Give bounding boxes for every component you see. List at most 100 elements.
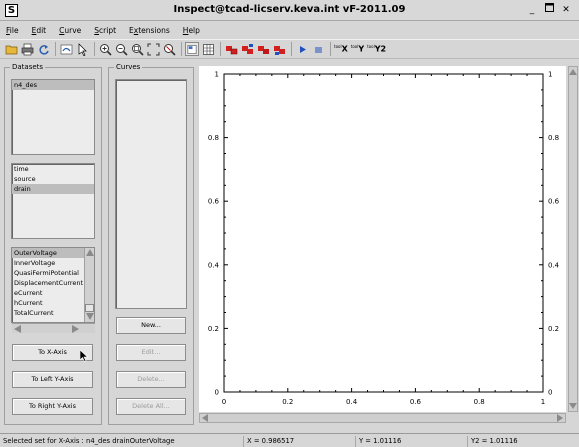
list-icon — [314, 47, 322, 52]
close-button[interactable]: ✕ — [559, 3, 573, 17]
curves-list[interactable] — [115, 79, 187, 309]
undo-button[interactable] — [59, 42, 73, 56]
plot-area[interactable]: 0 0.2 0.4 0.6 0.8 1 0 0.2 0.4 0.6 0.8 1 0 0.2 0.4 0.6 0.… — [199, 66, 566, 412]
menu-bar: File Edit Curve Script Extensions Help — [0, 22, 579, 38]
window-title: Inspect@tcad-licserv.keva.int vF-2011.09 — [173, 4, 406, 15]
status-y2-coordinate: Y2 = 1.01116 — [467, 436, 518, 447]
x-tick-label: 0 — [222, 398, 226, 406]
zoom-box-icon — [131, 43, 144, 56]
y2-tick-label: 0.6 — [548, 198, 560, 206]
dataset-file-item[interactable]: n4_des — [12, 80, 94, 90]
select-button[interactable] — [75, 42, 89, 56]
x-tick-label: 1 — [541, 398, 545, 406]
quantities-hscrollbar[interactable] — [12, 323, 95, 333]
menu-item-3[interactable]: Script — [94, 26, 116, 35]
quantity-item[interactable]: hCurrent — [12, 298, 94, 308]
y-tick-label: 0 — [215, 389, 219, 397]
dataset-group-item[interactable]: time — [12, 164, 94, 174]
delete-all-curves-button[interactable]: Delete All... — [116, 398, 186, 415]
plot-vscrollbar[interactable] — [568, 66, 578, 412]
dataset-group-item[interactable]: source — [12, 174, 94, 184]
x-tick-label: 0.6 — [410, 398, 422, 406]
pointer-icon — [78, 42, 87, 56]
y-axis-tool[interactable]: toolY — [351, 44, 364, 54]
quantities-vscrollbar[interactable] — [84, 248, 94, 322]
toolbar: toolX toolY toolY2 — [0, 39, 579, 59]
empty-chart: 0 0.2 0.4 0.6 0.8 100.20.40.60.8100.20.40.60.… — [208, 71, 560, 407]
minimize-button[interactable]: _ — [525, 3, 539, 17]
grid-icon — [202, 43, 214, 55]
dataset-files-list[interactable]: n4_des — [11, 79, 95, 155]
new-curve-button[interactable]: New... — [116, 317, 186, 334]
y2-tick-label: 1 — [548, 71, 552, 79]
legend-button[interactable] — [185, 42, 199, 56]
reload-button[interactable] — [36, 42, 50, 56]
plot-scroll-down-arrow[interactable] — [569, 403, 577, 409]
quantity-item[interactable]: InnerVoltage — [12, 258, 94, 268]
quantity-item[interactable]: DisplacementCurrent — [12, 278, 94, 288]
menu-label-post: urve — [64, 25, 82, 35]
quantity-item[interactable]: QuasiFermiPotential — [12, 268, 94, 278]
open-folder-button[interactable] — [4, 42, 18, 56]
zoom-in-icon — [99, 43, 112, 56]
menu-item-4[interactable]: Extensions — [129, 26, 170, 35]
edit-curve-button[interactable]: Edit... — [116, 344, 186, 361]
scroll-right-arrow[interactable] — [72, 325, 79, 333]
y2-axis-tool[interactable]: toolY2 — [367, 44, 386, 54]
scroll-left-arrow[interactable] — [14, 325, 21, 333]
play-button[interactable] — [295, 42, 309, 56]
zoom-out-icon — [115, 43, 128, 56]
menu-item-2[interactable]: Curve — [59, 26, 81, 35]
plot-scroll-up-arrow[interactable] — [569, 69, 577, 75]
play-icon — [299, 45, 306, 53]
scroll-up-arrow[interactable] — [86, 249, 94, 256]
fit-button[interactable] — [146, 42, 160, 56]
zoom-out-button[interactable] — [114, 42, 128, 56]
fit-icon — [147, 43, 159, 55]
printer-icon — [21, 43, 33, 55]
menu-item-5[interactable]: Help — [183, 26, 200, 35]
curve-style-2-button[interactable] — [240, 42, 254, 56]
curves-label: Curves — [114, 63, 143, 71]
plot-scroll-left-arrow[interactable] — [202, 414, 208, 422]
reload-icon — [38, 44, 49, 55]
curve-red-icon-2 — [257, 45, 269, 54]
x-tick-label: 0.2 — [282, 398, 293, 406]
curve-style-3-button[interactable] — [256, 42, 270, 56]
curve-style-4-button[interactable] — [272, 42, 286, 56]
quantity-item[interactable]: OuterVoltage — [12, 248, 94, 258]
quantity-item[interactable]: eCurrent — [12, 288, 94, 298]
x-axis-tool[interactable]: toolX — [334, 44, 348, 54]
plot-frame — [223, 73, 544, 393]
scroll-thumb[interactable] — [85, 304, 94, 312]
zoom-reset-button[interactable] — [162, 42, 176, 56]
plot-scroll-right-arrow[interactable] — [557, 414, 563, 422]
datasets-label: Datasets — [10, 63, 46, 71]
zoom-reset-icon — [163, 43, 176, 56]
list-button[interactable] — [311, 42, 325, 56]
menu-label-post: elp — [188, 25, 200, 35]
maximize-button[interactable] — [542, 3, 556, 17]
zoom-box-button[interactable] — [130, 42, 144, 56]
status-message: Selected set for X-Axis : n4_des drainOu… — [3, 437, 175, 445]
scroll-down-arrow[interactable] — [86, 313, 94, 320]
dataset-groups-list[interactable]: time source drain — [11, 163, 95, 239]
quantity-item[interactable]: TotalCurrent — [12, 308, 94, 318]
to-left-y-axis-button[interactable]: To Left Y-Axis — [12, 371, 93, 388]
status-x-coordinate: X = 0.986517 — [243, 436, 294, 447]
y-tick-label: 0.4 — [208, 261, 220, 269]
status-bar: Selected set for X-Axis : n4_des drainOu… — [0, 433, 579, 447]
quantities-list[interactable]: OuterVoltage InnerVoltage QuasiFermiPotent… — [11, 247, 95, 323]
menu-item-0[interactable]: File — [6, 26, 19, 35]
grid-button[interactable] — [201, 42, 215, 56]
delete-curve-button[interactable]: Delete... — [116, 371, 186, 388]
curve-style-1-button[interactable] — [224, 42, 238, 56]
plot-hscrollbar[interactable] — [199, 413, 566, 423]
zoom-in-button[interactable] — [98, 42, 112, 56]
dataset-group-item[interactable]: drain — [12, 184, 94, 194]
menu-item-1[interactable]: Edit — [32, 26, 47, 35]
y-tick-label: 0.8 — [208, 134, 219, 142]
y2-tick-label: 0.8 — [548, 134, 559, 142]
to-right-y-axis-button[interactable]: To Right Y-Axis — [12, 398, 93, 415]
print-button[interactable] — [20, 42, 34, 56]
